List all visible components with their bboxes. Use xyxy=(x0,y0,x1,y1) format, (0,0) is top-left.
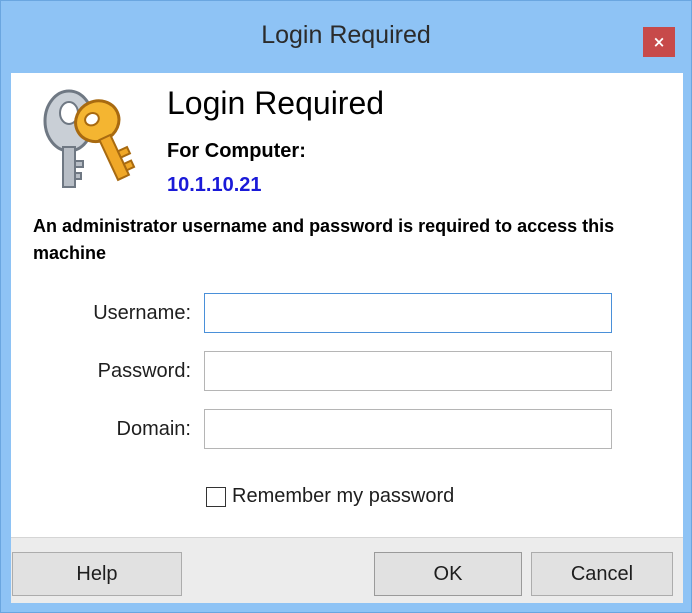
remember-password-label[interactable]: Remember my password xyxy=(232,485,454,508)
button-bar: Help OK Cancel xyxy=(11,537,683,603)
domain-label: Domain: xyxy=(116,418,191,440)
title-bar[interactable]: Login Required × xyxy=(1,1,691,73)
dialog-body: Login Required For Computer: 10.1.10.21 … xyxy=(11,73,683,537)
keys-icon xyxy=(43,89,136,188)
dialog-heading: Login Required xyxy=(167,85,385,121)
close-button[interactable]: × xyxy=(643,27,675,57)
remember-password-option[interactable]: Remember my password xyxy=(206,485,454,508)
help-button[interactable]: Help xyxy=(12,552,182,596)
username-input[interactable] xyxy=(204,293,612,333)
login-dialog: Login Required × Login Required For Comp… xyxy=(0,0,692,613)
password-input[interactable] xyxy=(204,351,612,391)
cancel-button[interactable]: Cancel xyxy=(531,552,673,596)
domain-input[interactable] xyxy=(204,409,612,449)
remember-password-checkbox[interactable] xyxy=(206,486,226,507)
window-title: Login Required xyxy=(261,21,431,49)
ok-button[interactable]: OK xyxy=(374,552,522,596)
computer-address: 10.1.10.21 xyxy=(167,174,262,196)
for-computer-label: For Computer: xyxy=(167,140,306,162)
username-label: Username: xyxy=(93,302,191,324)
close-icon: × xyxy=(652,33,666,51)
password-label: Password: xyxy=(97,360,191,382)
instruction-message: An administrator username and password i… xyxy=(33,216,615,263)
